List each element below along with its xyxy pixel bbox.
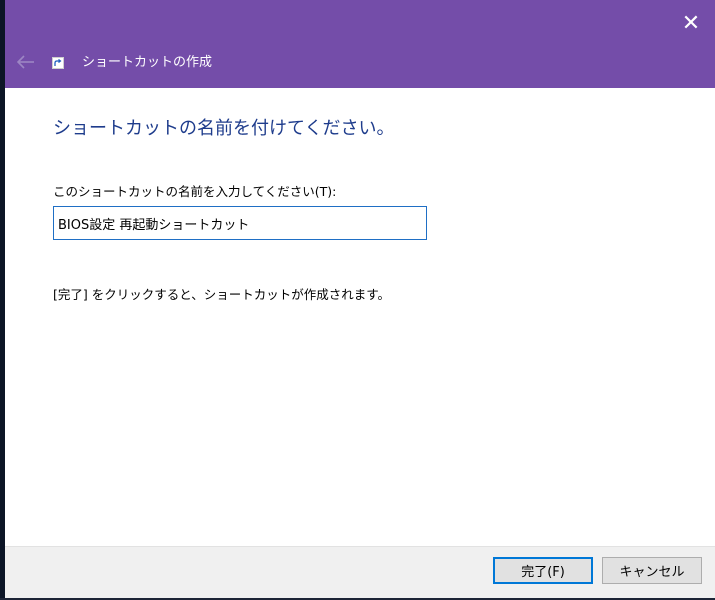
create-shortcut-window: ✕ ショートカットの作成 ショートカットの名前を付けてください。 このショートカ…: [0, 0, 715, 600]
wizard-title: ショートカットの作成: [82, 55, 213, 70]
back-arrow-icon: [16, 55, 34, 69]
page-heading: ショートカットの名前を付けてください。: [53, 118, 395, 139]
button-bar: 完了(F) キャンセル: [5, 546, 715, 598]
shortcut-name-input[interactable]: [53, 206, 427, 240]
back-button[interactable]: [13, 50, 39, 74]
title-bar: ✕ ショートカットの作成: [5, 0, 715, 88]
close-button[interactable]: ✕: [679, 12, 703, 36]
close-icon: ✕: [681, 11, 701, 36]
cancel-button[interactable]: キャンセル: [602, 557, 702, 584]
shortcut-icon: [52, 57, 64, 69]
wizard-content: ショートカットの名前を付けてください。 このショートカットの名前を入力してくださ…: [5, 88, 715, 546]
shortcut-name-label: このショートカットの名前を入力してください(T):: [53, 184, 337, 199]
finish-instruction: [完了] をクリックすると、ショートカットが作成されます。: [53, 287, 390, 302]
finish-button[interactable]: 完了(F): [493, 557, 593, 584]
